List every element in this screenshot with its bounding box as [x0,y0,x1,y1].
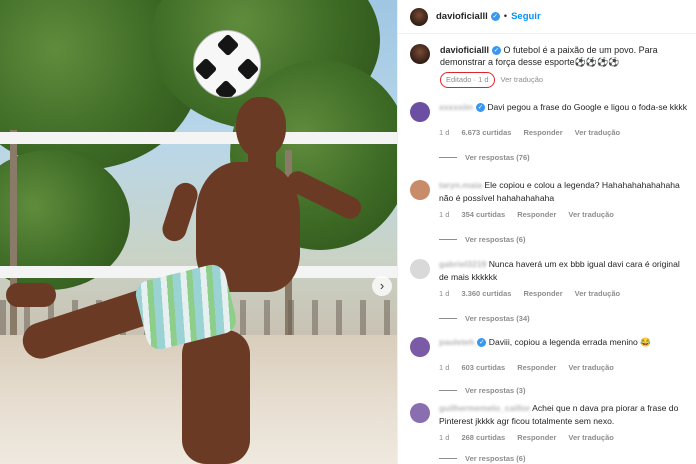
commenter-avatar[interactable] [410,337,430,357]
separator-dot: • [503,11,508,22]
comment-text: Daviii, copiou a legenda errada menino 😂 [488,337,651,347]
comment-item: guilhermemelo_caillor Achei que n dava p… [410,402,692,463]
verified-badge-icon: ✓ [477,338,487,348]
post-header: davioficialll ✓ • Seguir [398,0,696,34]
commenter-avatar[interactable] [410,102,430,122]
edited-label: Editado · 1 d [440,72,495,88]
player-leg-right [182,330,250,464]
player-foot [6,283,56,307]
comment-time: 1 d [439,289,450,298]
reply-button[interactable]: Responder [523,289,562,298]
replies-divider [439,458,457,459]
view-replies-button[interactable]: Ver respostas (34) [439,314,692,323]
view-replies-label: Ver respostas (6) [465,454,526,463]
translate-link[interactable]: Ver tradução [501,74,544,86]
verified-badge-icon: ✓ [492,46,502,56]
view-replies-button[interactable]: Ver respostas (3) [439,386,692,395]
comment-time: 1 d [439,210,450,219]
comment-likes[interactable]: 6.673 curtidas [461,128,511,137]
comment-item: gabriel3219 Nunca haverá um ex bbb igual… [410,258,692,323]
translate-link[interactable]: Ver tradução [575,128,620,137]
reply-button[interactable]: Responder [517,210,556,219]
commenter-avatar[interactable] [410,403,430,423]
comment-item: taryn.maia Ele copiou e colou a legenda?… [410,179,692,244]
player-arm-left [159,179,201,245]
comment-text: Davi pegou a frase do Google e ligou o f… [487,102,687,112]
view-replies-label: Ver respostas (34) [465,314,530,323]
commenter-username[interactable]: gabriel3219 [439,259,486,269]
comment-likes[interactable]: 268 curtidas [461,433,505,442]
commenter-avatar[interactable] [410,180,430,200]
comment-item: pauleteh ✓ Daviii, copiou a legenda errad… [410,336,692,395]
post-caption: davioficialll ✓ O futebol é a paixão de u… [398,34,696,88]
view-replies-label: Ver respostas (6) [465,235,526,244]
comment-time: 1 d [439,363,450,372]
owner-avatar[interactable] [410,7,428,26]
commenter-username[interactable]: xxxxxiin [439,102,473,112]
translate-link[interactable]: Ver tradução [568,210,613,219]
verified-badge-icon: ✓ [490,12,500,21]
view-replies-label: Ver respostas (3) [465,386,526,395]
commenter-username[interactable]: guilhermemelo_caillor [439,403,530,413]
commenter-username[interactable]: pauleteh [439,337,474,347]
translate-link[interactable]: Ver tradução [568,433,613,442]
caption-username[interactable]: davioficialll [440,45,489,55]
reply-button[interactable]: Responder [517,363,556,372]
comment-likes[interactable]: 603 curtidas [461,363,505,372]
view-replies-label: Ver respostas (76) [465,153,530,162]
commenter-avatar[interactable] [410,259,430,279]
owner-avatar[interactable] [410,44,430,64]
post-photo: › [0,0,397,464]
view-replies-button[interactable]: Ver respostas (6) [439,454,692,463]
follow-button[interactable]: Seguir [511,11,541,22]
post-side-panel: davioficialll ✓ • Seguir davioficialll ✓ … [397,0,696,464]
replies-divider [439,157,457,158]
volleyball-net-top [0,132,397,144]
replies-divider [439,239,457,240]
owner-username[interactable]: davioficialll [436,11,488,22]
comment-likes[interactable]: 3.360 curtidas [461,289,511,298]
verified-badge-icon: ✓ [475,103,485,113]
replies-divider [439,390,457,391]
comment-time: 1 d [439,433,450,442]
view-replies-button[interactable]: Ver respostas (76) [439,153,692,162]
reply-button[interactable]: Responder [523,128,562,137]
translate-link[interactable]: Ver tradução [568,363,613,372]
comment-time: 1 d [439,128,450,137]
next-photo-arrow-icon[interactable]: › [372,276,392,296]
comment-item: xxxxxiin ✓ Davi pegou a frase do Google e… [410,101,692,162]
comment-likes[interactable]: 354 curtidas [461,210,505,219]
football [193,30,261,98]
reply-button[interactable]: Responder [517,433,556,442]
view-replies-button[interactable]: Ver respostas (6) [439,235,692,244]
commenter-username[interactable]: taryn.maia [439,180,482,190]
replies-divider [439,318,457,319]
translate-link[interactable]: Ver tradução [575,289,620,298]
